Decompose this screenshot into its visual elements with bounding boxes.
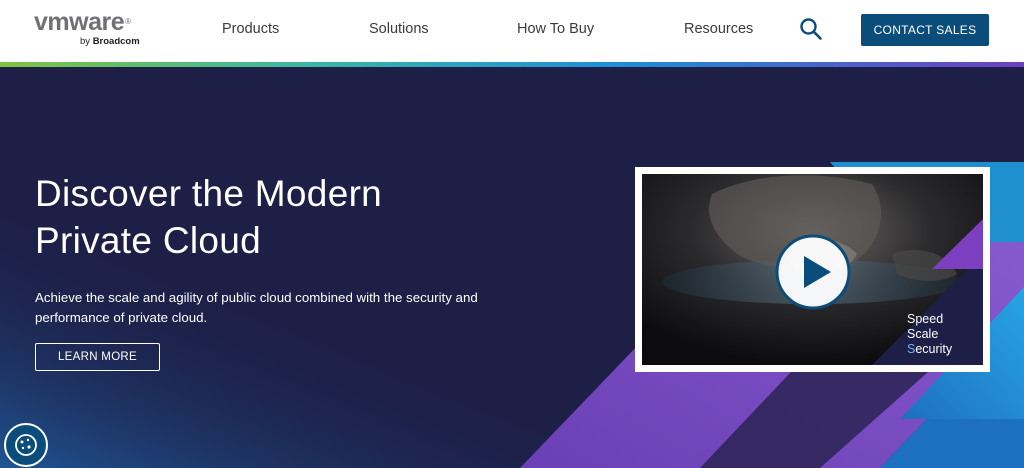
- cookie-icon: [15, 434, 37, 456]
- vmware-logo[interactable]: vmware® by Broadcom: [34, 9, 154, 49]
- logo-byline: by Broadcom: [80, 36, 140, 47]
- nav-solutions[interactable]: Solutions: [369, 21, 429, 38]
- video-overlay-text: Speed Scale Security: [907, 312, 953, 356]
- search-icon[interactable]: [799, 17, 823, 41]
- hero-description: Achieve the scale and agility of public …: [35, 290, 478, 325]
- logo-wordmark: vmware®: [34, 8, 131, 36]
- video-card[interactable]: Speed Scale Security: [635, 167, 990, 372]
- nav-products[interactable]: Products: [222, 21, 279, 38]
- hero-title: Discover the Modern Private Cloud: [35, 173, 383, 261]
- cookie-settings-button[interactable]: [4, 423, 48, 467]
- video-thumbnail: Speed Scale Security: [642, 174, 983, 365]
- nav-how-to-buy[interactable]: How To Buy: [517, 21, 594, 38]
- nav-resources[interactable]: Resources: [684, 21, 753, 38]
- play-icon[interactable]: [773, 232, 853, 312]
- site-header: vmware® by Broadcom Products Solutions H…: [0, 0, 1024, 62]
- contact-sales-button[interactable]: CONTACT SALES: [861, 14, 989, 46]
- hero-section: Discover the Modern Private Cloud Achiev…: [0, 67, 1024, 468]
- learn-more-button[interactable]: LEARN MORE: [35, 343, 160, 371]
